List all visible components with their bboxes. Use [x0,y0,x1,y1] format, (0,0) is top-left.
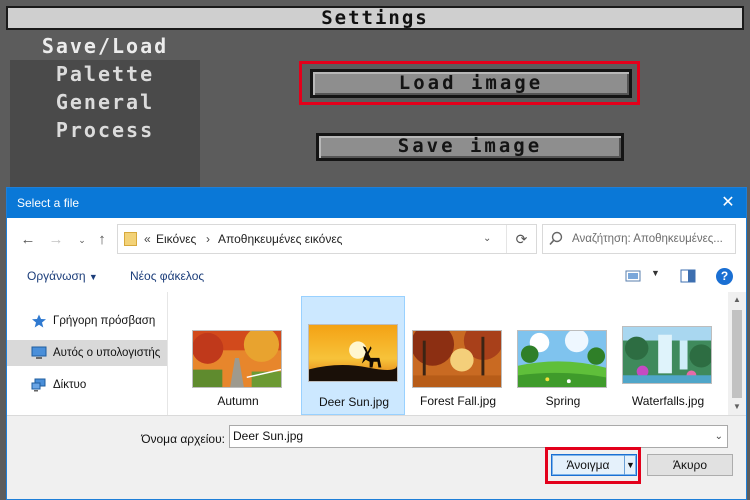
nav-item-network[interactable]: Δίκτυο [7,372,167,398]
back-arrow-icon[interactable]: ← [19,232,37,248]
menu-item-save-load[interactable]: Save/Load [10,32,200,60]
chevron-down-icon: ▼ [88,272,98,282]
load-image-button[interactable]: Load image [310,69,632,98]
open-button[interactable]: Άνοιγμα ▼ [551,454,637,476]
scrollbar-thumb[interactable] [732,310,742,398]
address-dropdown-icon[interactable]: ⌄ [483,225,491,253]
app-title: Settings [321,7,429,29]
thumbnail-image [308,324,398,382]
search-icon [549,231,563,246]
search-box[interactable]: Αναζήτηση: Αποθηκευμένες... [542,224,736,254]
file-list-scrollbar[interactable]: ▲ ▼ [728,292,746,415]
preview-pane-icon[interactable] [680,269,696,283]
file-item-deer-sun[interactable]: Deer Sun.jpg [301,296,405,415]
menu-item-general[interactable]: General [10,88,200,116]
app-title-bar: Settings [6,6,744,30]
save-image-button[interactable]: Save image [316,133,624,161]
organize-label: Οργάνωση [27,269,86,283]
nav-item-quick-access[interactable]: Γρήγορη πρόσβαση [7,308,167,334]
breadcrumb-separator: › [206,232,210,246]
file-dialog: Select a file ✕ ← → ⌄ ↑ « Εικόνες › Αποθ… [6,187,747,500]
refresh-icon[interactable]: ⟳ [506,225,536,253]
nav-item-label: Δίκτυο [53,379,87,391]
computer-icon [31,346,47,359]
open-button-label[interactable]: Άνοιγμα [552,455,624,475]
menu-item-palette[interactable]: Palette [10,60,200,88]
navigation-pane: Γρήγορη πρόσβαση Αυτός ο υπολογιστής Δίκ… [7,292,167,415]
dialog-title-bar: Select a file ✕ [7,188,746,218]
file-item-spring[interactable]: Spring [511,296,615,415]
nav-item-this-pc[interactable]: Αυτός ο υπολογιστής [7,340,167,366]
cancel-button[interactable]: Άκυρο [647,454,733,476]
folder-icon [124,232,137,246]
forward-arrow-icon[interactable]: → [47,232,65,248]
help-icon[interactable]: ? [716,268,733,285]
recent-dropdown-icon[interactable]: ⌄ [73,232,91,248]
breadcrumb-saved-pictures[interactable]: Αποθηκευμένες εικόνες [218,225,342,253]
network-icon [31,378,46,392]
open-split-dropdown-icon[interactable]: ▼ [624,455,636,475]
star-icon [32,314,46,328]
address-bar[interactable]: « Εικόνες › Αποθηκευμένες εικόνες ⌄ ⟳ [117,224,537,254]
file-item-waterfalls[interactable]: Waterfalls.jpg [616,296,720,415]
nav-item-label: Γρήγορη πρόσβαση [53,315,156,327]
nav-item-label: Αυτός ο υπολογιστής [53,347,161,359]
file-name: Autumn [217,394,259,408]
file-item-autumn[interactable]: Autumn [186,296,290,415]
file-name: Forest Fall.jpg [419,394,497,408]
file-item-forest-fall[interactable]: Forest Fall.jpg [406,296,510,415]
close-icon[interactable]: ✕ [718,188,738,218]
file-list: Autumn Deer Sun.jpg Forest Fall.jpg Spri… [168,292,728,415]
thumbnail-image [622,326,712,384]
filename-dropdown-icon[interactable]: ⌄ [715,426,723,447]
new-folder-button[interactable]: Νέος φάκελος [130,261,204,291]
dialog-toolbar: Οργάνωση ▼ Νέος φάκελος ▼ ? [7,261,746,291]
file-name: Spring [545,394,581,408]
search-placeholder: Αναζήτηση: Αποθηκευμένες... [572,233,723,245]
filename-label: Όνομα αρχείου: [141,432,225,446]
filename-field[interactable]: Deer Sun.jpg ⌄ [229,425,728,448]
menu-item-process[interactable]: Process [10,116,200,144]
breadcrumb-overflow[interactable]: « [144,225,151,253]
file-name: Deer Sun.jpg [318,395,390,409]
thumbnail-image [192,330,282,388]
scroll-down-icon[interactable]: ▼ [728,399,746,415]
dialog-title: Select a file [17,196,80,210]
breadcrumb-pictures[interactable]: Εικόνες [156,225,196,253]
up-arrow-icon[interactable]: ↑ [93,232,111,248]
file-name: Waterfalls.jpg [631,394,705,408]
scroll-up-icon[interactable]: ▲ [728,292,746,308]
view-options-dropdown-icon[interactable]: ▼ [651,268,660,278]
thumbnail-image [412,330,502,388]
organize-button[interactable]: Οργάνωση ▼ [27,261,98,292]
filename-value: Deer Sun.jpg [233,429,304,443]
change-view-icon[interactable] [625,269,641,283]
thumbnail-image [517,330,607,388]
